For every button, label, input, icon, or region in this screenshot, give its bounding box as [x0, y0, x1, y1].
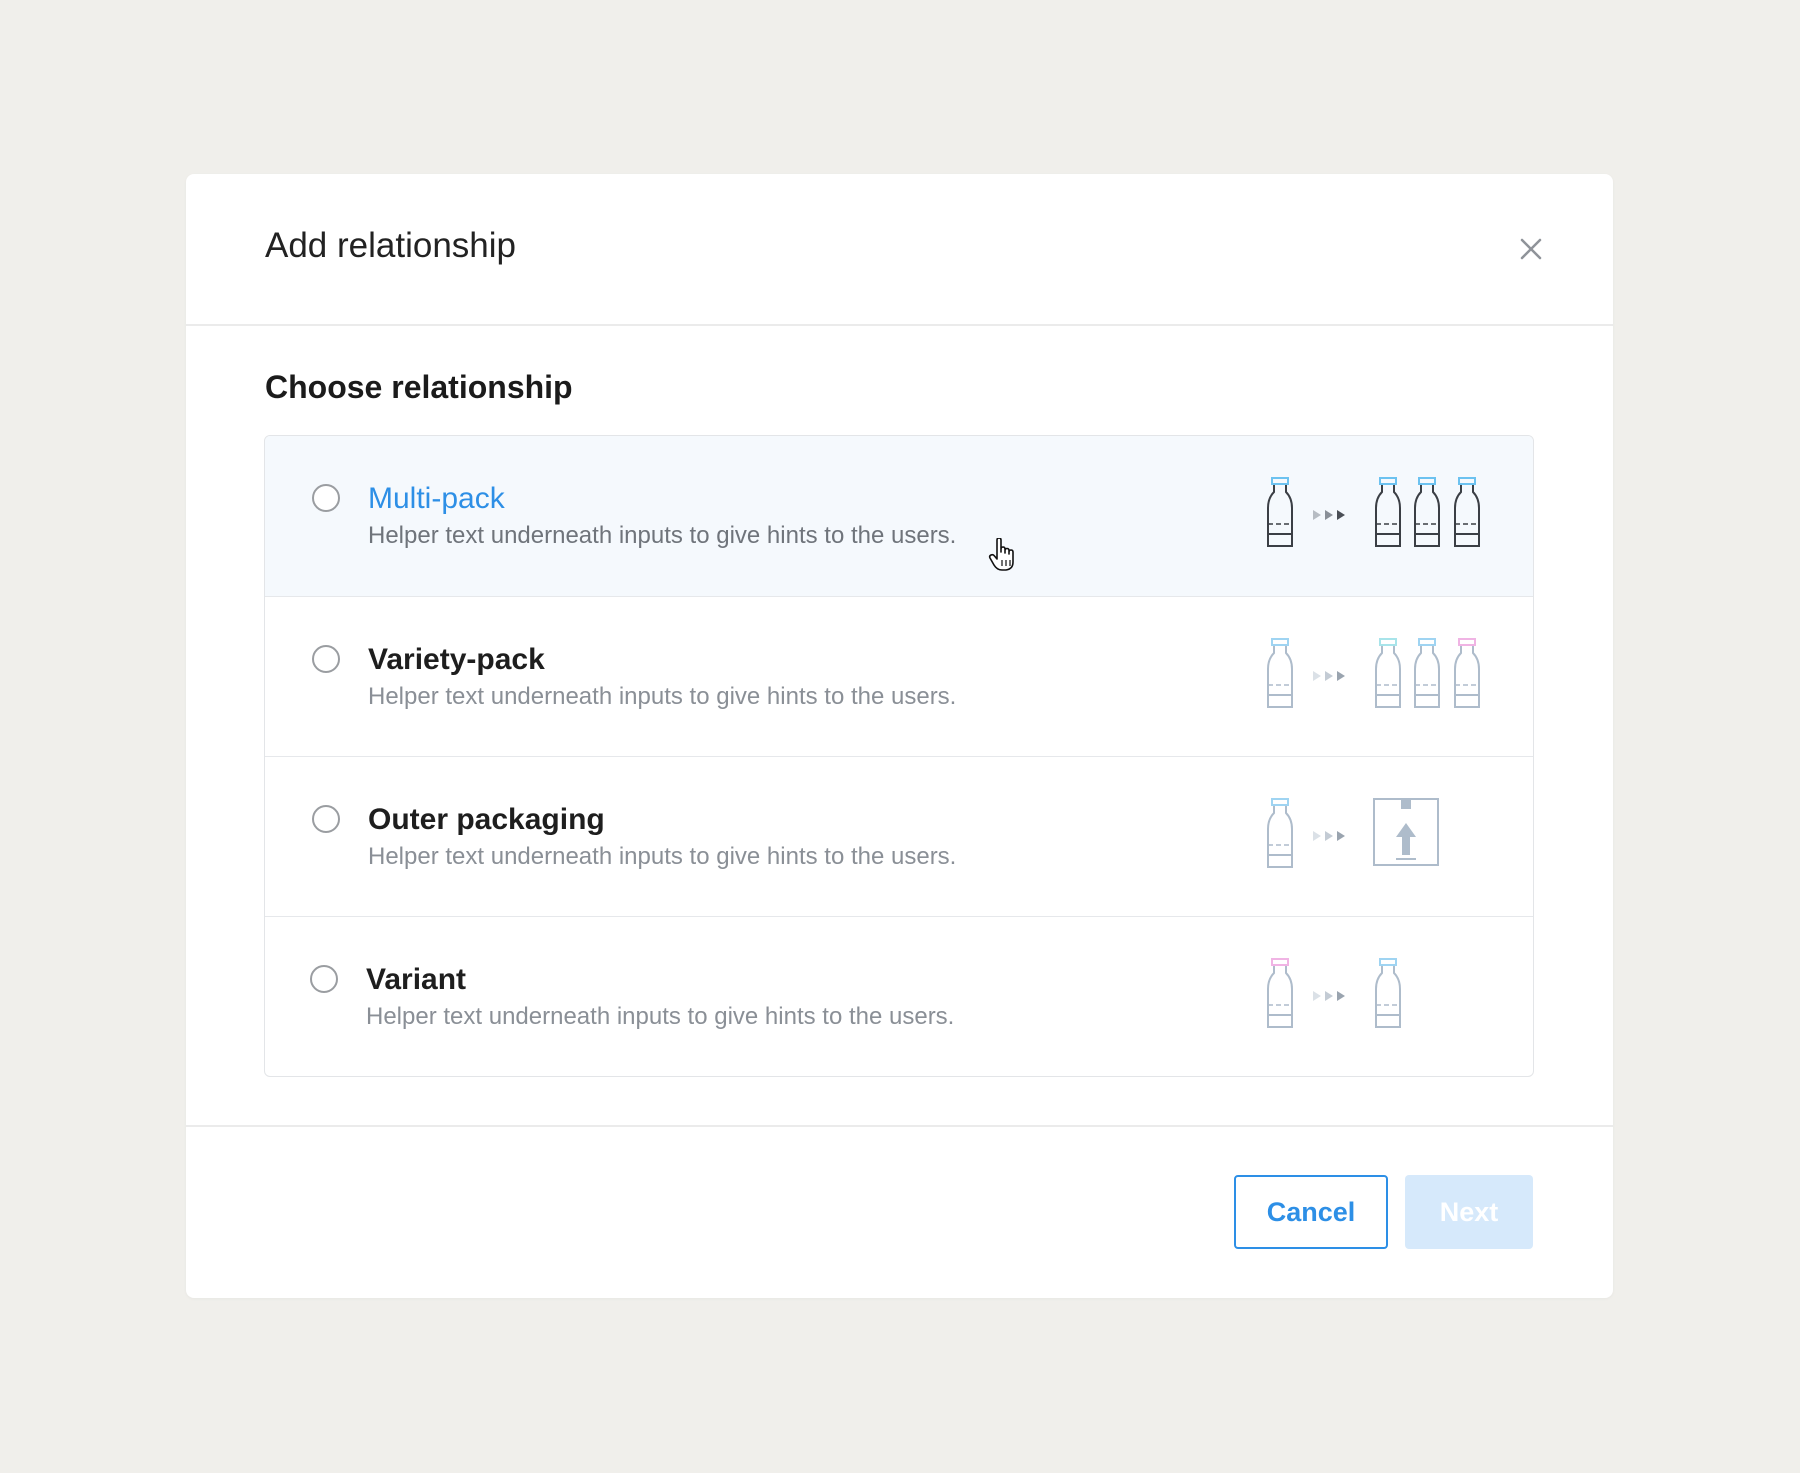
close-icon — [1520, 238, 1542, 260]
variety-pack-illustration-icon — [1267, 638, 1480, 708]
add-relationship-dialog: Add relationship Choose relationship Mul… — [186, 174, 1613, 1298]
option-helper-text: Helper text underneath inputs to give hi… — [366, 1003, 955, 1030]
option-helper-text: Helper text underneath inputs to give hi… — [368, 843, 957, 870]
option-outer-packaging[interactable]: Outer packaging Helper text underneath i… — [265, 756, 1533, 917]
option-title: Multi-pack — [368, 482, 505, 515]
option-variant[interactable]: Variant Helper text underneath inputs to… — [265, 916, 1533, 1076]
option-helper-text: Helper text underneath inputs to give hi… — [368, 683, 957, 710]
dialog-footer: Cancel Next — [186, 1125, 1613, 1300]
radio-button[interactable] — [312, 484, 340, 512]
relationship-options: Multi-pack Helper text underneath inputs… — [264, 435, 1534, 1077]
option-multi-pack[interactable]: Multi-pack Helper text underneath inputs… — [265, 436, 1533, 596]
option-title: Outer packaging — [368, 803, 605, 836]
option-title: Variant — [366, 963, 467, 996]
dialog-title: Add relationship — [265, 226, 516, 265]
radio-button[interactable] — [312, 645, 340, 673]
variant-illustration-icon — [1267, 958, 1401, 1028]
next-button[interactable]: Next — [1405, 1175, 1533, 1249]
outer-packaging-illustration-icon — [1267, 798, 1439, 868]
radio-button[interactable] — [310, 965, 338, 993]
section-label: Choose relationship — [265, 369, 573, 405]
hand-pointer-cursor-icon — [988, 538, 1014, 571]
dialog-header: Add relationship — [186, 174, 1613, 326]
option-title: Variety-pack — [368, 643, 545, 676]
cancel-button[interactable]: Cancel — [1234, 1175, 1388, 1249]
radio-button[interactable] — [312, 805, 340, 833]
option-variety-pack[interactable]: Variety-pack Helper text underneath inpu… — [265, 596, 1533, 757]
multi-pack-illustration-icon — [1267, 477, 1480, 547]
option-helper-text: Helper text underneath inputs to give hi… — [368, 522, 957, 549]
close-button[interactable] — [1508, 226, 1554, 272]
